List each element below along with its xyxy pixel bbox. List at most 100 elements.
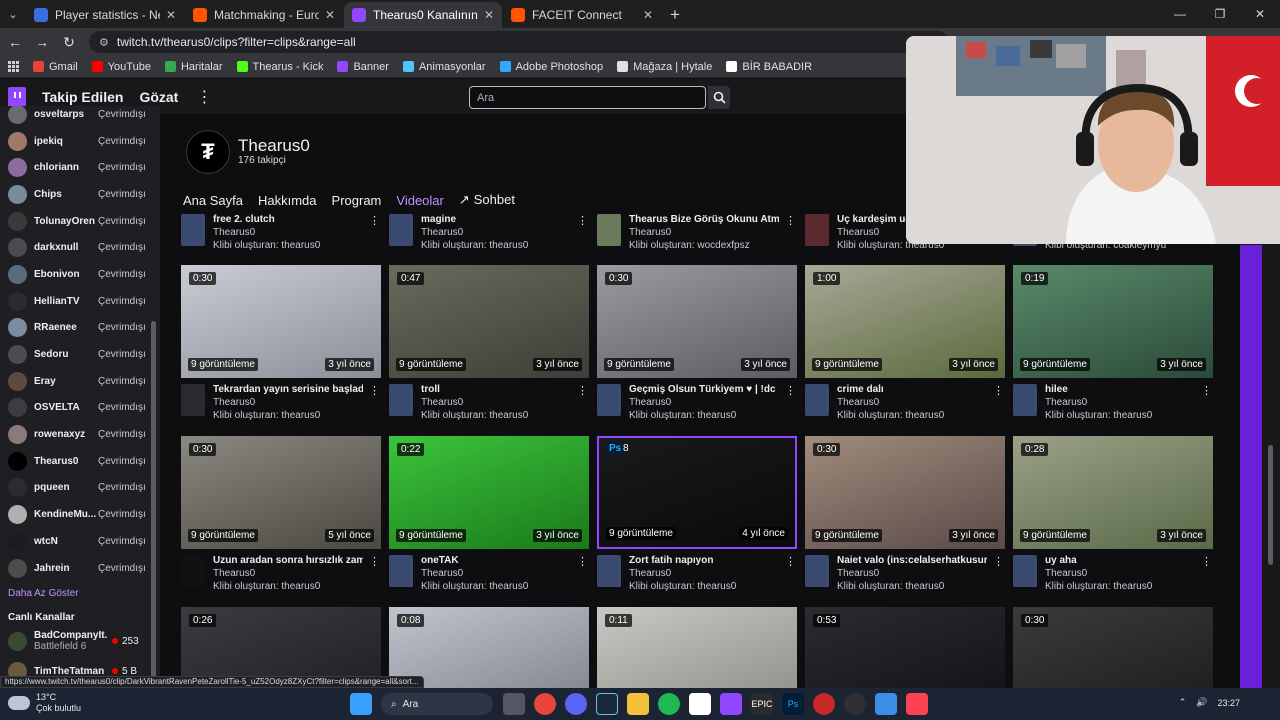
clip-meta[interactable]: crime dalı Thearus0 Klibi oluşturan: thear…	[805, 384, 1005, 424]
sidebar-channel[interactable]: RRaenee Çevrimdışı	[0, 315, 160, 342]
clip-channel-avatar[interactable]	[389, 384, 413, 416]
clip-thumbnail[interactable]: 0:30	[1013, 607, 1213, 688]
tab-close-icon[interactable]: ✕	[643, 8, 653, 22]
clip-meta[interactable]: oneTAK Thearus0 Klibi oluşturan: thearus0 ⋮	[389, 555, 589, 595]
sidebar-channel[interactable]: KendineMu... Çevrimdışı	[0, 501, 160, 528]
sidebar-channel[interactable]: TolunayOren Çevrimdışı	[0, 208, 160, 235]
channel-avatar[interactable]: ₮	[186, 130, 230, 174]
clip-thumbnail[interactable]: 0:53	[805, 607, 1005, 688]
clip-channel-avatar[interactable]	[805, 555, 829, 587]
clip-more-icon[interactable]: ⋮	[577, 384, 588, 397]
sidebar-channel[interactable]: chloriann Çevrimdışı	[0, 154, 160, 181]
clip-channel-avatar[interactable]	[597, 555, 621, 587]
file-explorer-icon[interactable]	[627, 693, 649, 715]
photoshop-icon[interactable]: Ps	[782, 693, 804, 715]
steam-icon[interactable]	[596, 693, 618, 715]
clip-title[interactable]: Geçmiş Olsun Türkiyem ♥ | !dc !...	[629, 384, 779, 395]
clip-channel-avatar[interactable]	[181, 384, 205, 416]
sidebar-channel[interactable]: Jahrein Çevrimdışı	[0, 555, 160, 582]
tab-close-icon[interactable]: ✕	[325, 8, 335, 22]
clip-title[interactable]: Naiet valo (ins:celalserhatkusur)	[837, 555, 987, 566]
sidebar-channel[interactable]: Thearus0 Çevrimdışı	[0, 448, 160, 475]
tray-chevron-icon[interactable]: ⌃	[1179, 697, 1187, 708]
taskbar-search[interactable]: ⌕ Ara	[381, 693, 493, 715]
tab-about[interactable]: Hakkımda	[258, 193, 317, 208]
browser-tab[interactable]: FACEIT Connect ✕	[503, 2, 661, 28]
valorant-icon[interactable]	[906, 693, 928, 715]
clip-thumbnail[interactable]: 0:47 9 görüntüleme 3 yıl önce	[389, 265, 589, 378]
clip-meta[interactable]: uy aha Thearus0 Klibi oluşturan: thearus0 ⋮	[1013, 555, 1213, 595]
clip-more-icon[interactable]: ⋮	[1201, 555, 1212, 568]
weather-widget[interactable]: 13°C Çok bulutlu	[8, 692, 81, 714]
clip-channel-avatar[interactable]	[181, 214, 205, 246]
clip-thumbnail[interactable]: Ps 8 9 görüntüleme 4 yıl önce	[597, 436, 797, 549]
sidebar-channel[interactable]: Eray Çevrimdışı	[0, 368, 160, 395]
clip-channel[interactable]: Thearus0	[213, 568, 255, 579]
sidebar-channel[interactable]: Chips Çevrimdışı	[0, 181, 160, 208]
obs-icon[interactable]	[844, 693, 866, 715]
discord-icon[interactable]	[565, 693, 587, 715]
windows-start-icon[interactable]	[350, 693, 372, 715]
search-icon[interactable]	[708, 86, 730, 109]
clip-title[interactable]: uy aha	[1045, 555, 1195, 566]
clip-thumbnail[interactable]: 0:30 9 görüntüleme 3 yıl önce	[181, 265, 381, 378]
clip-meta[interactable]: Zort fatih napıyon Thearus0 Klibi oluştura…	[597, 555, 797, 595]
bookmark-item[interactable]: Thearus - Kick	[236, 61, 323, 73]
clip-title[interactable]: Thearus Bize Görüş Okunu Atm...	[629, 214, 779, 225]
task-view-icon[interactable]	[503, 693, 525, 715]
tab-close-icon[interactable]: ✕	[166, 8, 176, 22]
photos-icon[interactable]	[875, 693, 897, 715]
clip-title[interactable]: troll	[421, 384, 571, 395]
clip-channel-avatar[interactable]	[181, 555, 205, 587]
site-info-icon[interactable]: ⚙	[99, 36, 109, 49]
clip-more-icon[interactable]: ⋮	[1201, 384, 1212, 397]
tab-schedule[interactable]: Program	[332, 193, 382, 208]
clip-title[interactable]: hilee	[1045, 384, 1195, 395]
bookmark-item[interactable]: Adobe Photoshop	[499, 61, 603, 73]
bookmark-item[interactable]: Animasyonlar	[402, 61, 486, 73]
clip-title[interactable]: magine	[421, 214, 571, 225]
bookmark-item[interactable]: Haritalar	[164, 61, 223, 73]
clip-meta[interactable]: Uzun aradan sonra hırsızlık zam... Thearu…	[181, 555, 381, 595]
clip-channel[interactable]: Thearus0	[629, 568, 671, 579]
clip-channel[interactable]: Thearus0	[837, 397, 879, 408]
maximize-icon[interactable]: ❐	[1200, 0, 1240, 28]
new-tab-button[interactable]: +	[662, 2, 688, 28]
clip-channel[interactable]: Thearus0	[837, 227, 879, 238]
clip-channel-avatar[interactable]	[597, 384, 621, 416]
clip-meta[interactable]: hilee Thearus0 Klibi oluşturan: thearus0 ⋮	[1013, 384, 1213, 424]
page-scrollbar[interactable]	[1268, 445, 1273, 565]
clip-thumbnail[interactable]: 0:28 9 görüntüleme 3 yıl önce	[1013, 436, 1213, 549]
twitch-app-icon[interactable]	[720, 693, 742, 715]
apps-grid-icon[interactable]	[8, 61, 19, 72]
clip-channel[interactable]: Thearus0	[213, 227, 255, 238]
bookmark-item[interactable]: Gmail	[33, 61, 78, 73]
close-window-icon[interactable]: ✕	[1240, 0, 1280, 28]
sidebar-channel[interactable]: HellianTV Çevrimdışı	[0, 288, 160, 315]
clip-more-icon[interactable]: ⋮	[369, 555, 380, 568]
clip-meta[interactable]: troll Thearus0 Klibi oluşturan: thearus0 ⋮	[389, 384, 589, 424]
clip-thumbnail[interactable]: 0:30 9 görüntüleme 3 yıl önce	[597, 265, 797, 378]
chrome-icon[interactable]	[534, 693, 556, 715]
clip-title[interactable]: Tekrardan yayın serisine başladı...	[213, 384, 363, 395]
sidebar-channel[interactable]: Sedoru Çevrimdışı	[0, 341, 160, 368]
sidebar-channel[interactable]: darkxnull Çevrimdışı	[0, 234, 160, 261]
tab-search-icon[interactable]: ⌄	[0, 0, 26, 28]
nav-following[interactable]: Takip Edilen	[42, 89, 123, 105]
sidebar-channel[interactable]: rowenaxyz Çevrimdışı	[0, 421, 160, 448]
sidebar-channel[interactable]: OSVELTA Çevrimdışı	[0, 395, 160, 422]
clip-channel-avatar[interactable]	[389, 214, 413, 246]
clip-channel[interactable]: Thearus0	[421, 397, 463, 408]
clip-title[interactable]: Uzun aradan sonra hırsızlık zam...	[213, 555, 363, 566]
clip-channel-avatar[interactable]	[805, 384, 829, 416]
tab-home[interactable]: Ana Sayfa	[183, 193, 243, 208]
minimize-icon[interactable]: —	[1160, 0, 1200, 28]
back-icon[interactable]: ←	[3, 30, 27, 54]
clip-channel[interactable]: Thearus0	[421, 227, 463, 238]
clip-channel[interactable]: Thearus0	[629, 397, 671, 408]
clip-title[interactable]: Zort fatih napıyon	[629, 555, 779, 566]
clip-more-icon[interactable]: ⋮	[785, 214, 796, 227]
bookmark-item[interactable]: YouTube	[91, 61, 151, 73]
more-menu-icon[interactable]: ⋮	[196, 87, 212, 107]
bookmark-item[interactable]: Banner	[337, 61, 389, 73]
